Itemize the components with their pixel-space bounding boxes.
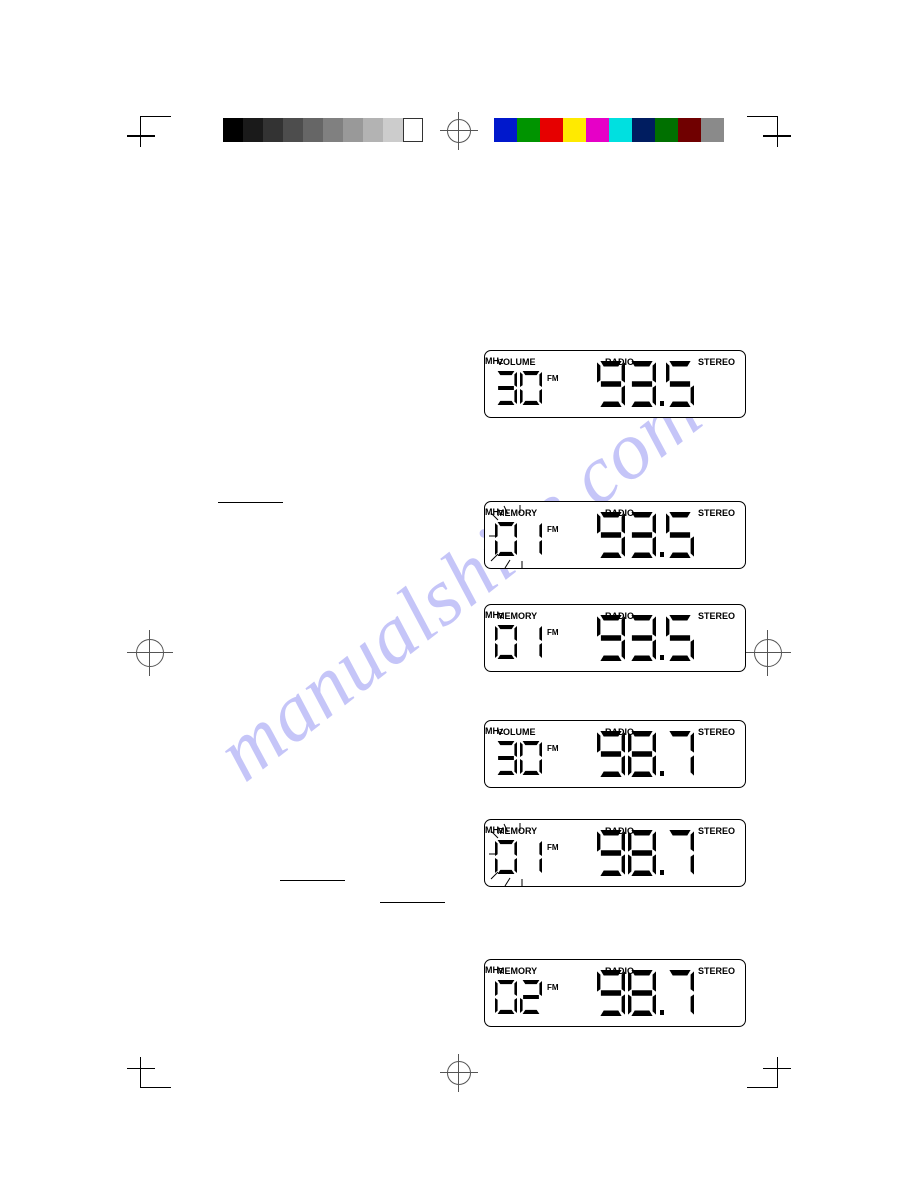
memory-label: MEMORY <box>497 611 537 621</box>
fm-label: FM <box>547 983 559 992</box>
crop-mark-br <box>747 1057 778 1088</box>
gray-step <box>283 118 303 142</box>
stereo-label: STEREO <box>698 727 735 737</box>
small-number <box>495 980 545 1020</box>
small-number <box>495 840 545 880</box>
stereo-label: STEREO <box>698 966 735 976</box>
crop-mark-tr <box>747 116 778 147</box>
registration-mark-bottom <box>447 1061 471 1085</box>
frequency-number <box>597 361 697 415</box>
small-number <box>495 522 545 562</box>
memory-label: MEMORY <box>497 826 537 836</box>
small-number <box>495 741 545 781</box>
fm-label: FM <box>547 628 559 637</box>
stereo-label: STEREO <box>698 357 735 367</box>
lcd-display: VOLUME RADIO STEREO FM MHz <box>484 350 746 418</box>
volume-label: VOLUME <box>497 357 536 367</box>
lcd-display: MEMORY RADIO STEREO FM MHz <box>484 819 746 887</box>
gray-step <box>223 118 243 142</box>
small-number <box>495 625 545 665</box>
gray-step <box>403 118 423 142</box>
lcd-display: VOLUME RADIO STEREO FM MHz <box>484 720 746 788</box>
lcd-display: MEMORY RADIO STEREO FM MHz <box>484 959 746 1027</box>
color-swatch <box>701 118 724 142</box>
memory-label: MEMORY <box>497 966 537 976</box>
registration-mark-top <box>447 119 471 143</box>
color-swatch <box>540 118 563 142</box>
frequency-number <box>597 512 697 566</box>
text-underline <box>280 880 345 881</box>
color-swatch <box>563 118 586 142</box>
color-swatch <box>632 118 655 142</box>
grayscale-calibration-strip <box>223 118 423 142</box>
frequency-number <box>597 830 697 884</box>
fm-label: FM <box>547 374 559 383</box>
lcd-display: MEMORY RADIO STEREO FM MHz <box>484 501 746 569</box>
color-swatch <box>655 118 678 142</box>
color-swatch <box>609 118 632 142</box>
memory-label: MEMORY <box>497 508 537 518</box>
gray-step <box>263 118 283 142</box>
gray-step <box>363 118 383 142</box>
gray-step <box>323 118 343 142</box>
stereo-label: STEREO <box>698 508 735 518</box>
registration-mark-left <box>136 639 164 667</box>
gray-step <box>383 118 403 142</box>
color-calibration-strip <box>494 118 724 142</box>
fm-label: FM <box>547 525 559 534</box>
lcd-display: MEMORY RADIO STEREO FM MHz <box>484 604 746 672</box>
small-number <box>495 371 545 411</box>
frequency-number <box>597 615 697 669</box>
stereo-label: STEREO <box>698 611 735 621</box>
gray-step <box>303 118 323 142</box>
color-swatch <box>586 118 609 142</box>
fm-label: FM <box>547 843 559 852</box>
gray-step <box>343 118 363 142</box>
frequency-number <box>597 970 697 1024</box>
stereo-label: STEREO <box>698 826 735 836</box>
color-swatch <box>517 118 540 142</box>
fm-label: FM <box>547 744 559 753</box>
color-swatch <box>494 118 517 142</box>
crop-mark-bl <box>140 1057 171 1088</box>
color-swatch <box>678 118 701 142</box>
frequency-number <box>597 731 697 785</box>
text-underline <box>218 502 283 503</box>
crop-mark-tl <box>140 116 171 147</box>
text-underline <box>380 902 445 903</box>
registration-mark-right <box>754 639 782 667</box>
volume-label: VOLUME <box>497 727 536 737</box>
gray-step <box>243 118 263 142</box>
